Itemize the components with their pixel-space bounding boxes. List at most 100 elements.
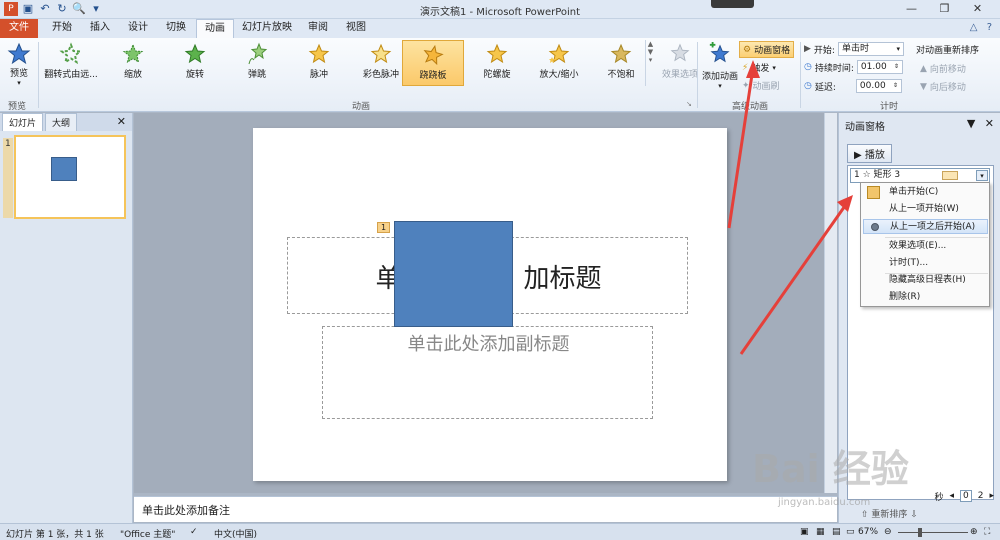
tab-home[interactable]: 开始: [44, 19, 80, 38]
menu-after-previous[interactable]: 从上一项之后开始(A): [863, 219, 988, 234]
tab-file[interactable]: 文件: [0, 19, 38, 38]
anim-spin-gyro[interactable]: 陀螺旋: [466, 40, 528, 86]
tab-slideshow[interactable]: 幻灯片放映: [238, 19, 296, 38]
zoom-slider-thumb[interactable]: [918, 528, 922, 537]
reorder-down-icon[interactable]: ⇩: [910, 510, 918, 520]
anim-label: 弹跳: [247, 70, 266, 80]
start-value: 单击时: [841, 44, 869, 54]
trigger-button[interactable]: ⚡ 触发 ▾: [742, 61, 776, 75]
slideshow-view-icon[interactable]: ▭: [846, 527, 855, 537]
minimize-ribbon-icon[interactable]: △: [970, 22, 978, 33]
menu-label: 从上一项之后开始(A): [890, 222, 976, 232]
normal-view-icon[interactable]: ▣: [800, 527, 809, 537]
start-dropdown-icon: ▾: [896, 45, 900, 53]
help-icon[interactable]: ?: [987, 22, 992, 33]
dialog-launcher-icon[interactable]: ↘: [686, 100, 692, 108]
slide-thumbnail[interactable]: [14, 135, 126, 219]
desaturate-star-icon: [610, 43, 632, 64]
effect-options-button[interactable]: 效果选项: [662, 42, 698, 80]
subtitle-placeholder[interactable]: 单击此处添加副标题: [322, 326, 653, 419]
delay-label: 延迟:: [814, 82, 836, 93]
tab-animations[interactable]: 动画: [196, 19, 234, 39]
add-animation-button[interactable]: 添加动画 ▾: [700, 42, 740, 90]
group-label-timing: 计时: [880, 102, 899, 112]
restore-icon[interactable]: ❐: [928, 1, 961, 17]
vertical-scrollbar[interactable]: [824, 113, 837, 493]
sorter-view-icon[interactable]: ▦: [816, 527, 825, 537]
pane-close-icon[interactable]: ✕: [985, 117, 994, 130]
move-later-button[interactable]: ▼ 向后移动: [920, 80, 966, 94]
zoom-level[interactable]: 67%: [858, 527, 878, 537]
menu-remove[interactable]: 删除(R): [863, 290, 988, 305]
animation-pane-label: 动画窗格: [754, 46, 791, 56]
zoom-in-icon[interactable]: ⊕: [970, 527, 978, 537]
anim-spin[interactable]: 旋转: [164, 40, 226, 86]
menu-label: 计时(T)...: [889, 258, 929, 268]
spellcheck-icon[interactable]: ✓: [190, 527, 198, 537]
menu-on-click[interactable]: 单击开始(C): [863, 185, 988, 200]
anim-grow-shrink[interactable]: 放大/缩小: [528, 40, 590, 86]
pane-options-icon[interactable]: ▼: [967, 117, 975, 130]
anim-desaturate[interactable]: 不饱和: [590, 40, 652, 86]
ribbon-tabs: 文件 开始 插入 设计 切换 动画 幻灯片放映 审阅 视图 △ ?: [0, 19, 1000, 39]
tab-view[interactable]: 视图: [338, 19, 374, 38]
close-pane-icon[interactable]: ✕: [117, 115, 126, 128]
baidu-watermark-url: jingyan.baidu.com: [778, 497, 871, 508]
reorder-up-icon[interactable]: ⇧: [861, 510, 869, 520]
window-controls: — ❐ ✕: [895, 1, 994, 17]
zoom-out-icon[interactable]: ⊖: [884, 527, 892, 537]
timeline-start: 0: [960, 490, 972, 502]
start-select[interactable]: 单击时 ▾: [837, 42, 904, 56]
animation-pane-button[interactable]: ⚙ 动画窗格: [739, 41, 795, 58]
zoom-slider[interactable]: [898, 532, 968, 533]
fit-slide-icon[interactable]: ⛶: [984, 527, 990, 537]
tab-insert[interactable]: 插入: [82, 19, 118, 38]
anim-float-in[interactable]: 翻转式由远...: [40, 40, 102, 86]
anim-zoom[interactable]: 缩放: [102, 40, 164, 86]
tab-slides[interactable]: 幻灯片: [2, 113, 44, 131]
menu-timing[interactable]: 计时(T)...: [863, 256, 988, 271]
move-earlier-button[interactable]: ▲ 向前移动: [920, 62, 966, 76]
anim-label: 彩色脉冲: [362, 70, 399, 80]
delay-value: 00.00: [859, 81, 886, 91]
move-earlier-icon: ▲: [920, 63, 927, 74]
anim-label: 旋转: [185, 70, 204, 80]
theme-status[interactable]: "Office 主题": [120, 527, 175, 540]
tab-review[interactable]: 审阅: [300, 19, 336, 38]
animation-order-tag[interactable]: 1: [377, 222, 390, 233]
item-dropdown-icon[interactable]: ▾: [976, 170, 988, 181]
menu-with-previous[interactable]: 从上一项开始(W): [863, 202, 988, 217]
anim-teeter[interactable]: 跷跷板: [402, 40, 464, 86]
timeline-right-icon[interactable]: ▸: [989, 491, 994, 501]
delay-spinner-icon[interactable]: ⇕: [893, 80, 898, 92]
tab-outline[interactable]: 大纲: [45, 113, 78, 131]
minimize-icon[interactable]: —: [895, 1, 928, 17]
ribbon: 预览 ▾ 预览 翻转式由远... 缩放 旋转 弹跳 脉冲 彩色脉冲 跷跷板 陀螺…: [0, 38, 1000, 112]
animation-painter-button[interactable]: ✦ 动画刷: [742, 79, 780, 93]
preview-button[interactable]: 预览 ▾: [4, 42, 34, 87]
anim-pulse[interactable]: 脉冲: [288, 40, 350, 86]
menu-hide-timeline[interactable]: 隐藏高级日程表(H): [863, 273, 988, 288]
slide-canvas[interactable]: 单加标题 单击此处添加副标题 1: [253, 128, 727, 481]
reading-view-icon[interactable]: ▤: [832, 527, 841, 537]
rectangle-shape[interactable]: [394, 221, 513, 327]
menu-effect-options[interactable]: 效果选项(E)...: [863, 239, 988, 254]
close-icon[interactable]: ✕: [961, 1, 994, 17]
duration-input[interactable]: 01.00 ⇕: [856, 60, 903, 74]
animation-list-item[interactable]: 1 ☆ 矩形 3 ▾: [850, 168, 990, 183]
delay-input[interactable]: 00.00 ⇕: [855, 79, 902, 93]
start-row: ▶ 开始: 单击时 ▾: [804, 42, 904, 56]
language-status[interactable]: 中文(中国): [214, 527, 257, 540]
spin-star-icon: [184, 43, 206, 64]
notes-pane[interactable]: 单击此处添加备注: [134, 496, 837, 522]
seconds-label[interactable]: 秒: [934, 490, 943, 503]
duration-spinner-icon[interactable]: ⇕: [894, 61, 899, 73]
tab-transitions[interactable]: 切换: [158, 19, 194, 38]
move-later-icon: ▼: [920, 81, 927, 92]
divider: [38, 42, 39, 108]
anim-bounce[interactable]: 弹跳: [226, 40, 288, 86]
play-button[interactable]: ▶ 播放: [847, 144, 892, 163]
timeline-left-icon[interactable]: ◂: [949, 491, 954, 501]
gallery-scroll[interactable]: ▲ ▼ ▾: [645, 40, 655, 86]
tab-design[interactable]: 设计: [120, 19, 156, 38]
